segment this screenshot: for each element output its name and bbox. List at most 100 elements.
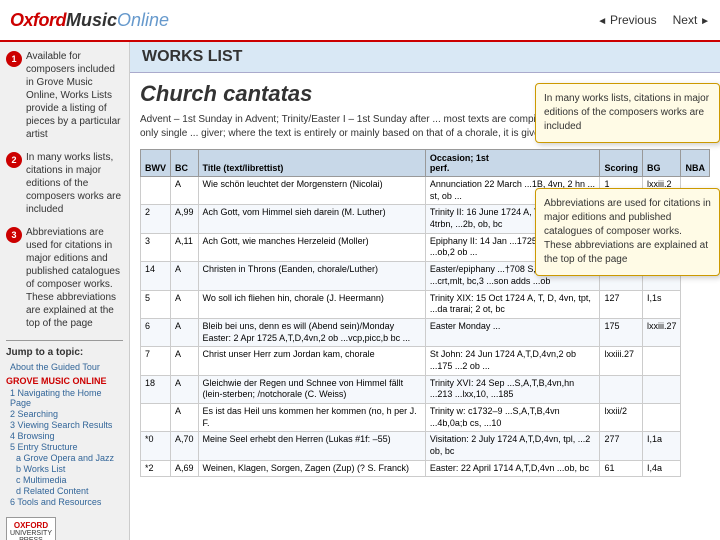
sidebar-item-1: 1 Available for composers included in Gr… <box>6 50 123 141</box>
table-row: AEs ist das Heil uns kommen her kommen (… <box>141 404 710 432</box>
sidebar-text-1: Available for composers included in Grov… <box>26 50 123 141</box>
table-cell-7-3: Trinity XVI: 24 Sep ...S,A,T,B,4vn,hn ..… <box>425 375 600 403</box>
sidebar-link-6[interactable]: b Works List <box>16 464 123 474</box>
number-badge-3: 3 <box>6 227 22 243</box>
table-cell-5-0: 6 <box>141 318 171 346</box>
table-cell-5-1: A <box>171 318 199 346</box>
tooltip-box-1: In many works lists, citations in major … <box>535 83 720 143</box>
sidebar: 1 Available for composers included in Gr… <box>0 42 130 540</box>
table-cell-9-4: 277 <box>600 432 643 460</box>
table-cell-9-5: I,1a <box>642 432 681 460</box>
main-layout: 1 Available for composers included in Gr… <box>0 42 720 540</box>
sidebar-divider <box>6 340 123 341</box>
table-cell-3-0: 14 <box>141 262 171 290</box>
previous-link[interactable]: Previous <box>597 13 656 27</box>
works-list-header: WORKS LIST <box>130 42 720 73</box>
col-scoring: Scoring <box>600 150 643 177</box>
table-row: 18AGleichwie der Regen und Schnee von Hi… <box>141 375 710 403</box>
table-cell-5-2: Bleib bei uns, denn es will (Abend sein)… <box>198 318 425 346</box>
table-cell-7-0: 18 <box>141 375 171 403</box>
jump-label: Jump to a topic: <box>6 347 123 358</box>
table-cell-6-2: Christ unser Herr zum Jordan kam, choral… <box>198 347 425 375</box>
content-area: WORKS LIST Church cantatas Advent – 1st … <box>130 42 720 540</box>
col-bwv: BWV <box>141 150 171 177</box>
logo-online: Online <box>117 10 169 31</box>
table-row: 5AWo soll ich fliehen hin, chorale (J. H… <box>141 290 710 318</box>
number-badge-1: 1 <box>6 51 22 67</box>
press-logo-box: OXFORD UNIVERSITY PRESS <box>6 517 56 540</box>
about-guided-tour-link[interactable]: About the Guided Tour <box>10 362 123 372</box>
table-cell-8-0 <box>141 404 171 432</box>
table-cell-4-4: 127 <box>600 290 643 318</box>
table-cell-4-0: 5 <box>141 290 171 318</box>
col-title: Title (text/librettist) <box>198 150 425 177</box>
sidebar-item-3: 3 Abbreviations are used for citations i… <box>6 226 123 330</box>
table-cell-10-4: 61 <box>600 460 643 477</box>
sidebar-link-3[interactable]: 4 Browsing <box>10 431 123 441</box>
table-row: *2A,69Weinen, Klagen, Sorgen, Zagen (Zup… <box>141 460 710 477</box>
table-cell-7-2: Gleichwie der Regen und Schnee von Himme… <box>198 375 425 403</box>
table-cell-7-1: A <box>171 375 199 403</box>
sidebar-link-5[interactable]: a Grove Opera and Jazz <box>16 453 123 463</box>
oxford-press-logo: OXFORD UNIVERSITY PRESS <box>6 517 123 540</box>
col-bg: BG <box>642 150 681 177</box>
col-occasion: Occasion; 1stperf. <box>425 150 600 177</box>
table-cell-4-3: Trinity XIX: 15 Oct 1724 A, T, D, 4vn, t… <box>425 290 600 318</box>
table-cell-2-0: 3 <box>141 233 171 261</box>
table-row: *0A,70Meine Seel erhebt den Herren (Luka… <box>141 432 710 460</box>
sidebar-link-8[interactable]: d Related Content <box>16 486 123 496</box>
logo-oxford: Oxford <box>10 10 66 31</box>
table-cell-2-2: Ach Gott, wie manches Herzeleid (Moller) <box>198 233 425 261</box>
sidebar-link-7[interactable]: c Multimedia <box>16 475 123 485</box>
next-link[interactable]: Next <box>673 13 710 27</box>
logo-music: Music <box>66 10 117 31</box>
table-cell-6-3: St John: 24 Jun 1724 A,T,D,4vn,2 ob ...1… <box>425 347 600 375</box>
sidebar-link-1[interactable]: 2 Searching <box>10 409 123 419</box>
table-cell-8-5 <box>642 404 681 432</box>
sidebar-link-0[interactable]: 1 Navigating the Home Page <box>10 388 123 408</box>
table-cell-0-2: Wie schön leuchtet der Morgenstern (Nico… <box>198 177 425 205</box>
sidebar-section-title: GROVE MUSIC ONLINE <box>6 376 123 386</box>
table-header-row: BWV BC Title (text/librettist) Occasion;… <box>141 150 710 177</box>
header: Oxford Music Online Previous Next <box>0 0 720 42</box>
table-cell-0-1: A <box>171 177 199 205</box>
table-cell-3-2: Christen in Throns (Eanden, chorale/Luth… <box>198 262 425 290</box>
table-cell-1-0: 2 <box>141 205 171 233</box>
table-cell-10-0: *2 <box>141 460 171 477</box>
table-cell-1-1: A,99 <box>171 205 199 233</box>
table-cell-8-2: Es ist das Heil uns kommen her kommen (n… <box>198 404 425 432</box>
table-cell-10-2: Weinen, Klagen, Sorgen, Zagen (Zup) (? S… <box>198 460 425 477</box>
sidebar-link-4[interactable]: 5 Entry Structure <box>10 442 123 452</box>
table-cell-2-1: A,11 <box>171 233 199 261</box>
tooltip-text-2: Abbreviations are used for citations in … <box>544 198 711 265</box>
table-cell-6-0: 7 <box>141 347 171 375</box>
logo-area: Oxford Music Online <box>10 10 169 31</box>
col-bc: BC <box>171 150 199 177</box>
table-cell-7-4 <box>600 375 643 403</box>
tooltip-text-1: In many works lists, citations in major … <box>544 93 709 132</box>
table-cell-7-5 <box>642 375 681 403</box>
table-cell-9-3: Visitation: 2 July 1724 A,T,D,4vn, tpl, … <box>425 432 600 460</box>
table-cell-8-3: Trinity w: c1732–9 ...S,A,T,B,4vn ...4b,… <box>425 404 600 432</box>
table-cell-4-2: Wo soll ich fliehen hin, chorale (J. Hee… <box>198 290 425 318</box>
table-cell-6-4: lxxiii.27 <box>600 347 643 375</box>
nav-links: Previous Next <box>597 13 710 27</box>
table-cell-5-3: Easter Monday ... <box>425 318 600 346</box>
table-cell-6-5 <box>642 347 681 375</box>
sidebar-text-3: Abbreviations are used for citations in … <box>26 226 123 330</box>
col-nba: NBA <box>681 150 710 177</box>
table-cell-8-1: A <box>171 404 199 432</box>
table-cell-5-4: 175 <box>600 318 643 346</box>
table-cell-10-5: I,4a <box>642 460 681 477</box>
table-cell-6-1: A <box>171 347 199 375</box>
content-inner: Church cantatas Advent – 1st Sunday in A… <box>130 73 720 485</box>
table-cell-0-0 <box>141 177 171 205</box>
sidebar-link-2[interactable]: 3 Viewing Search Results <box>10 420 123 430</box>
sidebar-text-2: In many works lists, citations in major … <box>26 151 123 216</box>
table-cell-9-2: Meine Seel erhebt den Herren (Lukas #1f:… <box>198 432 425 460</box>
table-cell-4-1: A <box>171 290 199 318</box>
table-cell-9-1: A,70 <box>171 432 199 460</box>
table-cell-4-5: I,1s <box>642 290 681 318</box>
sidebar-link-9[interactable]: 6 Tools and Resources <box>10 497 123 507</box>
table-cell-1-2: Ach Gott, vom Himmel sieh darein (M. Lut… <box>198 205 425 233</box>
